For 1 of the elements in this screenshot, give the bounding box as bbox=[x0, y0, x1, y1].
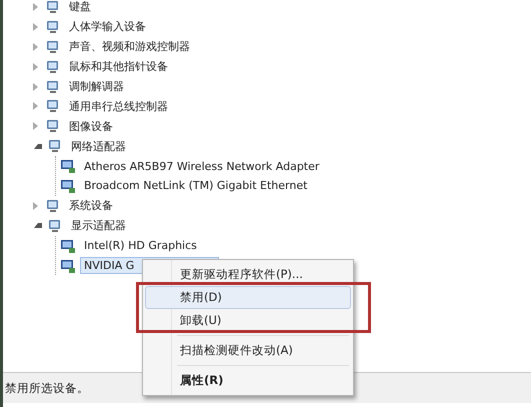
status-text: 禁用所选设备。 bbox=[5, 380, 89, 396]
